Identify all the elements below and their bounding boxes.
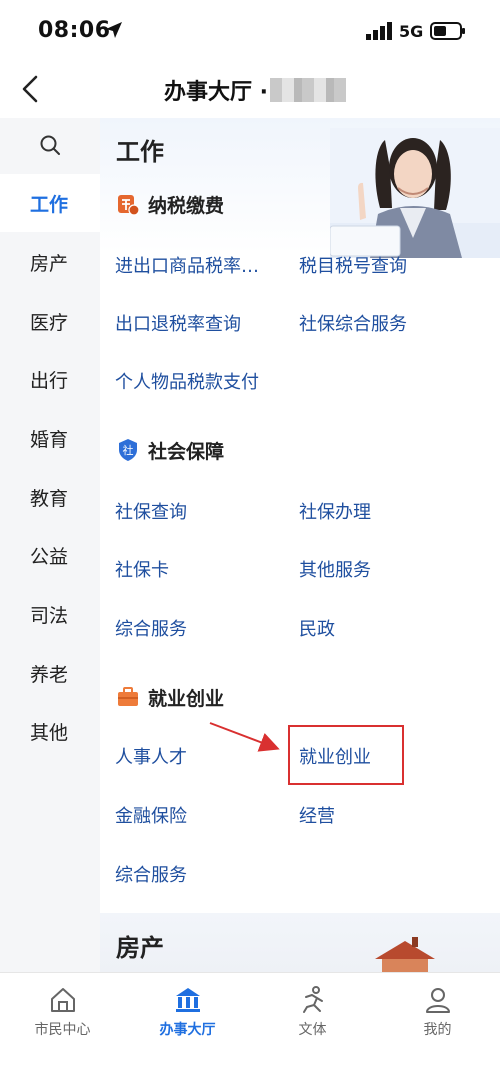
location-arrow-icon <box>106 22 122 38</box>
service-general-services[interactable]: 综合服务 <box>115 615 187 641</box>
group-header-employment: 就业创业 <box>116 683 224 711</box>
back-arrow-icon[interactable] <box>16 72 46 106</box>
running-person-icon <box>302 986 323 1013</box>
tax-coin-icon <box>118 195 140 216</box>
category-sidebar: 工作 房产 医疗 出行 婚育 教育 公益 司法 养老 其他 <box>0 118 100 972</box>
service-finance-insurance[interactable]: 金融保险 <box>115 802 187 828</box>
battery-icon <box>430 22 465 40</box>
house-illustration <box>375 937 435 972</box>
sidebar-item-elderly[interactable]: 养老 <box>0 644 100 702</box>
tab-label-culture-sports: 文体 <box>298 1022 327 1038</box>
service-social-security-general[interactable]: 社保综合服务 <box>299 310 407 336</box>
tab-label-service-hall: 办事大厅 <box>159 1022 216 1038</box>
briefcase-icon <box>118 687 138 706</box>
group-header-social-security: 社 社会保障 <box>116 436 224 464</box>
page-title: 办事大厅 · <box>164 80 269 105</box>
sidebar-item-housing[interactable]: 房产 <box>0 233 100 291</box>
service-import-export-tax-rate[interactable]: 进出口商品税率… <box>115 252 259 278</box>
group-title-employment: 就业创业 <box>148 687 225 710</box>
tab-mine[interactable]: 我的 <box>375 985 500 1045</box>
nav-bar: 办事大厅 · <box>0 60 500 118</box>
tab-citizen-center[interactable]: 市民中心 <box>0 985 125 1045</box>
sidebar-item-travel[interactable]: 出行 <box>0 350 100 408</box>
sidebar-item-marriage[interactable]: 婚育 <box>0 409 100 467</box>
sidebar-search-button[interactable] <box>0 118 100 172</box>
service-tax-code-query[interactable]: 税目税号查询 <box>299 252 407 278</box>
service-social-security-card[interactable]: 社保卡 <box>115 556 169 582</box>
shield-icon: 社 <box>119 439 137 461</box>
tab-service-hall[interactable]: 办事大厅 <box>125 985 250 1045</box>
sidebar-item-other[interactable]: 其他 <box>0 702 100 760</box>
bank-icon <box>175 988 200 1012</box>
status-time: 08:06 <box>38 18 111 43</box>
signal-icon <box>366 22 392 40</box>
annotation-highlight-box <box>288 725 404 785</box>
search-icon <box>40 135 60 155</box>
sidebar-item-education[interactable]: 教育 <box>0 468 100 526</box>
section-title-housing: 房产 <box>116 934 164 962</box>
network-type: 5G <box>399 22 424 41</box>
user-icon <box>425 988 450 1013</box>
service-social-security-query[interactable]: 社保查询 <box>115 498 187 524</box>
status-bar: 08:06 5G <box>0 0 500 60</box>
sidebar-item-medical[interactable]: 医疗 <box>0 292 100 350</box>
tab-culture-sports[interactable]: 文体 <box>250 985 375 1045</box>
service-general-services-2[interactable]: 综合服务 <box>115 861 187 887</box>
sidebar-item-work[interactable]: 工作 <box>0 174 100 232</box>
service-social-security-handling[interactable]: 社保办理 <box>299 498 371 524</box>
tab-label-citizen-center: 市民中心 <box>34 1022 91 1038</box>
banner-person-illustration <box>330 128 500 258</box>
service-content: 工作 纳税缴费 进出口商品税率… 税目税号查询 出口退税率查询 社保综合服务 个… <box>100 118 500 972</box>
tab-label-mine: 我的 <box>423 1022 452 1038</box>
section-title-work: 工作 <box>116 138 164 166</box>
service-civil-affairs[interactable]: 民政 <box>299 615 335 641</box>
sidebar-item-charity[interactable]: 公益 <box>0 526 100 584</box>
service-export-rebate-query[interactable]: 出口退税率查询 <box>115 310 241 336</box>
group-title-social-security: 社会保障 <box>148 440 225 463</box>
sidebar-item-justice[interactable]: 司法 <box>0 585 100 643</box>
svg-text:社: 社 <box>123 443 134 457</box>
title-redacted-blur <box>270 78 346 102</box>
home-icon <box>50 988 75 1012</box>
group-header-tax: 纳税缴费 <box>116 190 224 218</box>
service-personal-goods-tax-payment[interactable]: 个人物品税款支付 <box>115 368 259 394</box>
service-other-services[interactable]: 其他服务 <box>299 556 371 582</box>
bottom-tab-bar: 市民中心 办事大厅 文体 我的 <box>0 972 500 1083</box>
service-hr-talent[interactable]: 人事人才 <box>115 743 187 769</box>
service-business-operation[interactable]: 经营 <box>299 802 335 828</box>
group-title-tax: 纳税缴费 <box>148 194 225 217</box>
